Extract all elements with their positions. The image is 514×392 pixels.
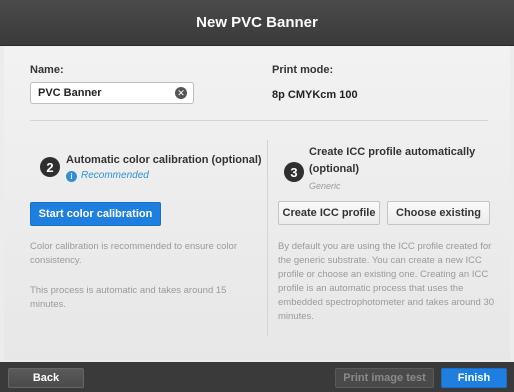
print-mode-label: Print mode: [272,64,334,76]
window-title: New PVC Banner [0,0,514,46]
info-icon: i [66,171,77,182]
divider-vertical [267,140,268,336]
finish-button[interactable]: Finish [441,368,507,388]
footer-bar: Back Print image test Finish [0,362,514,392]
step-3-badge: 3 [284,162,304,182]
start-color-calibration-button[interactable]: Start color calibration [30,202,161,226]
name-label: Name: [30,64,64,76]
icc-description: By default you are using the ICC profile… [278,241,495,322]
recommended-badge: Recommended [81,170,149,181]
calibration-description: Color calibration is recommended to ensu… [30,241,237,266]
icc-title-line2: (optional) [309,163,360,175]
divider-horizontal [30,120,488,121]
icc-title-line1: Create ICC profile automatically [309,146,476,158]
calibration-duration: This process is automatic and takes arou… [30,285,227,310]
name-field-value: PVC Banner [38,87,102,99]
calibration-title: Automatic color calibration (optional) [66,154,262,166]
print-mode-value: 8p CMYKcm 100 [272,89,358,101]
choose-existing-button[interactable]: Choose existing [387,201,490,225]
print-image-test-button[interactable]: Print image test [335,368,434,388]
step-2-badge: 2 [40,157,60,177]
create-icc-profile-button[interactable]: Create ICC profile [278,201,380,225]
clear-icon[interactable]: ✕ [175,87,187,99]
name-field[interactable]: PVC Banner ✕ [30,82,194,104]
icc-generic-label: Generic [309,181,341,191]
back-button[interactable]: Back [8,368,84,388]
